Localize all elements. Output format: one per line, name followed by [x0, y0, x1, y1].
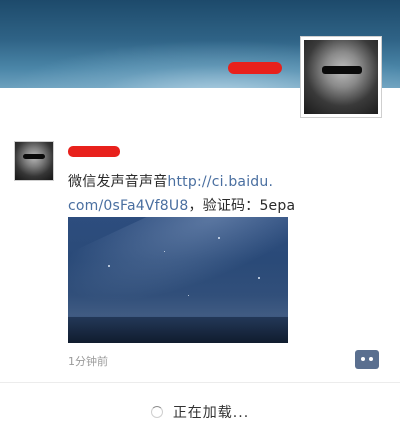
star — [258, 277, 260, 279]
star — [218, 237, 220, 239]
sunglasses-graphic — [322, 66, 362, 74]
post-timestamp: 1分钟前 — [68, 355, 108, 368]
comment-dot — [369, 357, 373, 361]
redacted-username — [228, 62, 282, 74]
sunglasses-graphic — [23, 154, 45, 159]
divider — [0, 382, 400, 383]
loading-text: 正在加载... — [172, 405, 250, 421]
post-author-avatar[interactable] — [14, 141, 54, 181]
post-text-plain: 微信发声音声音 — [68, 174, 168, 190]
post-link-continued[interactable]: com/0sFa4Vf8U8 — [68, 198, 188, 214]
redacted-author-name[interactable] — [68, 146, 120, 157]
spinner-icon — [150, 406, 163, 418]
comment-dot — [361, 357, 365, 361]
star — [108, 265, 110, 267]
comment-icon[interactable] — [355, 350, 379, 369]
verification-code-label: ，验证码： — [188, 198, 260, 214]
post-text: 微信发声音声音http://ci.baidu. com/0sFa4Vf8U8，验… — [68, 170, 368, 218]
profile-avatar[interactable] — [300, 36, 382, 118]
avatar-photo — [304, 40, 378, 114]
star — [164, 251, 165, 252]
loading-indicator: 正在加载... — [0, 400, 400, 424]
post-image[interactable] — [68, 217, 288, 343]
star — [188, 295, 189, 296]
post-link[interactable]: http://ci.baidu. — [167, 174, 273, 190]
verification-code: 5epa — [259, 198, 296, 214]
